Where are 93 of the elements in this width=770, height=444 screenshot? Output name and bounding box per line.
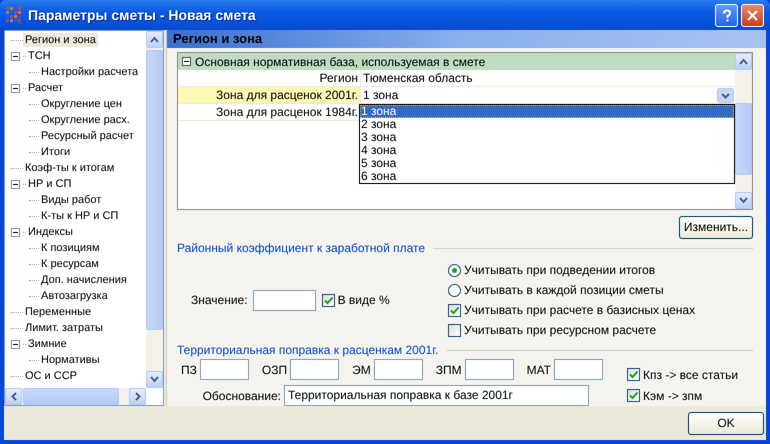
field-label: Значение: xyxy=(191,293,248,308)
property-name[interactable]: Зона для расценок 2001г. xyxy=(178,87,361,103)
field-label: Обоснование: xyxy=(202,388,281,402)
checkbox[interactable] xyxy=(448,324,461,337)
scroll-down-button[interactable] xyxy=(146,371,163,388)
input-field[interactable]: Территориальная поправка к базе 2001г xyxy=(284,385,589,406)
checkbox[interactable] xyxy=(448,304,461,317)
collapse-icon[interactable] xyxy=(11,84,20,92)
checkbox[interactable] xyxy=(627,389,640,402)
dropdown-field[interactable]: 1 зона xyxy=(363,88,398,102)
field-label: МАТ xyxy=(526,362,551,376)
tree-item[interactable]: Нормативы xyxy=(39,353,102,367)
tree-item[interactable]: Округление цен xyxy=(39,97,124,111)
tree-item[interactable]: НР и СП xyxy=(26,177,74,191)
tree-item[interactable]: ТСН xyxy=(26,49,53,63)
radio-label[interactable]: Учитывать при подведении итогов xyxy=(464,263,656,278)
chevron-down-icon xyxy=(150,376,159,383)
close-icon xyxy=(745,8,760,22)
collapse-icon[interactable] xyxy=(11,180,20,188)
property-value: Тюменская область xyxy=(362,70,474,86)
input-field[interactable] xyxy=(252,290,316,311)
tree-item[interactable]: Доп. начисления xyxy=(39,273,129,287)
scrollbar-thumb[interactable] xyxy=(146,50,163,330)
scroll-down-button[interactable] xyxy=(735,192,752,208)
checkbox-label[interactable]: В виде % xyxy=(338,293,390,308)
scrollbar-thumb[interactable] xyxy=(735,103,752,175)
input-field[interactable] xyxy=(200,359,249,380)
tree-item[interactable]: Коэф-ты к итогам xyxy=(23,161,116,175)
tree-item[interactable]: Лимит. затраты xyxy=(23,321,105,335)
input-field[interactable] xyxy=(464,359,514,380)
property-name[interactable]: Регион xyxy=(178,70,361,86)
dropdown-option[interactable]: 2 зона xyxy=(360,118,734,131)
tree-item[interactable]: Переменные xyxy=(23,305,94,319)
tree-item[interactable]: Расчет xyxy=(26,81,65,95)
dropdown-option[interactable]: 5 зона xyxy=(360,157,734,170)
radio-button[interactable] xyxy=(448,264,461,277)
dropdown-arrow-button[interactable] xyxy=(717,88,734,102)
checkbox[interactable] xyxy=(627,368,640,381)
field-label: ЭМ xyxy=(352,362,371,376)
collapse-icon[interactable] xyxy=(11,340,20,348)
dropdown-option[interactable]: 6 зона xyxy=(360,170,734,183)
section-title: Территориальная поправка к расценкам 2001г. xyxy=(177,343,438,358)
tree-item[interactable]: Зимние xyxy=(26,337,69,351)
collapse-icon[interactable] xyxy=(11,52,20,60)
scroll-up-button[interactable] xyxy=(735,53,752,70)
chevron-down-icon xyxy=(739,196,748,204)
scroll-left-button[interactable] xyxy=(5,388,22,405)
chevron-right-icon xyxy=(134,392,140,401)
input-field[interactable] xyxy=(290,359,340,380)
tree-item[interactable]: Итоги xyxy=(39,145,72,159)
chevron-up-icon xyxy=(739,58,748,65)
close-button[interactable] xyxy=(741,4,764,26)
dropdown-option[interactable]: 4 зона xyxy=(360,144,734,157)
radio-label[interactable]: Учитывать в каждой позиции сметы xyxy=(464,283,664,298)
chevron-left-icon xyxy=(10,392,16,401)
tree-item[interactable]: Виды работ xyxy=(39,193,104,207)
dropdown-option[interactable]: 1 зона xyxy=(360,105,734,118)
collapse-icon[interactable] xyxy=(11,228,20,236)
checkbox-label[interactable]: Учитывать при расчете в базисных ценах xyxy=(464,303,696,318)
chevron-up-icon xyxy=(150,36,159,43)
window-title: Параметры сметы - Новая смета xyxy=(28,7,257,23)
help-button[interactable] xyxy=(715,4,738,26)
scroll-up-button[interactable] xyxy=(146,31,163,48)
tree-item[interactable]: Автозагрузка xyxy=(39,289,110,303)
field-label: ПЗ xyxy=(181,362,197,376)
radio-button[interactable] xyxy=(448,284,461,297)
app-icon xyxy=(6,7,22,23)
tree-item[interactable]: ОС и ССР xyxy=(23,369,79,383)
ok-button[interactable]: OK xyxy=(688,412,764,434)
checkbox-label[interactable]: Кпз -> все статьи xyxy=(643,368,738,382)
category-label: Основная нормативная база, используемая в смете xyxy=(195,54,486,68)
collapse-icon[interactable] xyxy=(182,57,191,66)
checkbox-label[interactable]: Учитывать при ресурсном расчете xyxy=(464,323,656,338)
panel-header: Регион и зона xyxy=(167,30,766,48)
tree-item[interactable]: К позициям xyxy=(39,241,102,255)
scrollbar-thumb[interactable] xyxy=(23,388,119,405)
field-label: ЗПМ xyxy=(436,362,462,376)
tree-item[interactable]: Округление расх. xyxy=(39,113,132,127)
tree-item[interactable]: Регион и зона xyxy=(23,33,98,47)
tree-item[interactable]: Ресурсный расчет xyxy=(39,129,136,143)
checkbox[interactable] xyxy=(322,294,335,307)
tree-item[interactable]: Индексы xyxy=(26,225,75,239)
tree-item[interactable]: Настройки расчета xyxy=(39,65,140,79)
tree-item[interactable]: К ресурсам xyxy=(39,257,101,271)
input-field[interactable] xyxy=(374,359,423,380)
scroll-right-button[interactable] xyxy=(129,388,146,405)
change-button[interactable]: Изменить... xyxy=(679,216,753,238)
input-field[interactable] xyxy=(554,359,603,380)
field-label: ОЗП xyxy=(262,362,288,376)
section-title: Районный коэффициент к заработной плате xyxy=(177,241,426,256)
tree-item[interactable]: К-ты к НР и СП xyxy=(39,209,120,223)
checkbox-label[interactable]: Кэм -> зпм xyxy=(643,388,702,402)
dropdown-option[interactable]: 3 зона xyxy=(360,131,734,144)
